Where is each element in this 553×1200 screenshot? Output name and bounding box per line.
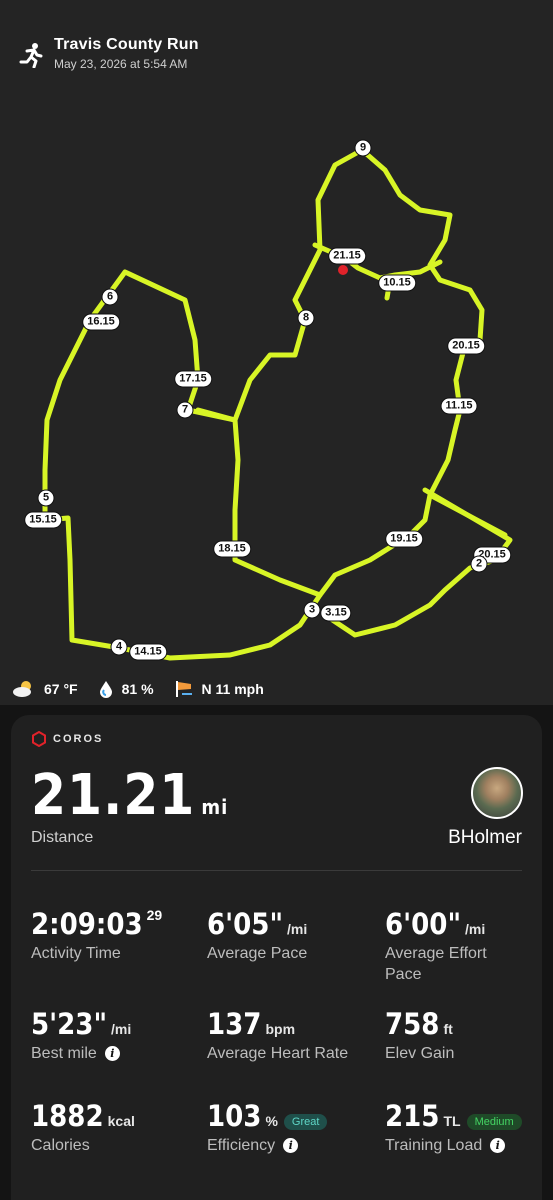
divider	[31, 870, 522, 871]
mile-marker: 3.15	[320, 604, 352, 622]
mile-marker: 11.15	[440, 397, 478, 415]
mile-marker: 20.15	[447, 337, 485, 355]
info-icon[interactable]: i	[490, 1138, 506, 1153]
mile-marker: 15.15	[24, 511, 62, 529]
route-map[interactable]: Travis County Run May 23, 2026 at 5:54 A…	[0, 0, 553, 705]
activity-summary-card: COROS 21.21 mi Distance BHolmer 2:09:03 29…	[11, 715, 542, 1200]
mile-marker: 8	[297, 309, 315, 327]
best-mile-stat: 5'23"/mi Best mile i	[31, 1007, 132, 1062]
mile-marker: 7	[176, 401, 194, 419]
calories-stat: 1882 kcal Calories	[31, 1099, 135, 1154]
coros-hex-icon	[32, 731, 46, 747]
elev-gain-stat: 758 ft Elev Gain	[385, 1007, 455, 1062]
effort-pace-stat: 6'00"/mi Average Effort Pace	[385, 907, 487, 983]
username[interactable]: BHolmer	[448, 827, 522, 849]
info-icon[interactable]: i	[283, 1138, 299, 1153]
info-icon[interactable]: i	[104, 1046, 120, 1061]
distance-label: Distance	[31, 829, 94, 846]
avatar[interactable]	[471, 767, 523, 819]
temperature: 67 °F	[12, 680, 78, 698]
activity-time-stat: 2:09:03 29 Activity Time	[31, 907, 163, 962]
mile-marker: 17.15	[174, 370, 212, 388]
wind: N 11 mph	[174, 680, 264, 698]
average-pace-stat: 6'05"/mi Average Pace	[207, 907, 308, 962]
distance-value: 21.21 mi	[31, 763, 229, 828]
training-load-badge: Medium	[466, 1113, 522, 1130]
weather-bar: 67 °F 81 % N 11 mph	[12, 680, 284, 698]
efficiency-badge: Great	[283, 1113, 328, 1130]
mile-marker: 4	[110, 638, 128, 656]
mile-marker: 16.15	[82, 313, 120, 331]
mile-marker: 18.15	[213, 540, 251, 558]
droplet-icon	[99, 681, 112, 698]
mile-marker: 6	[101, 288, 119, 306]
heart-rate-stat: 137 bpm Average Heart Rate	[207, 1007, 349, 1062]
partly-cloudy-icon	[13, 681, 31, 697]
training-load-stat: 215 TL Medium Training Load i	[385, 1099, 522, 1156]
end-marker	[338, 265, 348, 275]
mile-marker: 14.15	[129, 643, 167, 661]
mile-marker: 21.15	[328, 247, 366, 265]
mile-marker: 3	[303, 601, 321, 619]
coros-logo: COROS	[31, 731, 103, 747]
mile-marker: 2	[470, 555, 488, 573]
humidity: 81 %	[98, 680, 154, 698]
mile-marker: 10.15	[378, 274, 416, 292]
efficiency-stat: 103% Great Efficiency i	[207, 1099, 328, 1156]
mile-marker: 9	[354, 139, 372, 157]
wind-flag-icon	[175, 681, 192, 697]
mile-marker: 5	[37, 489, 55, 507]
mile-marker: 19.15	[385, 530, 423, 548]
